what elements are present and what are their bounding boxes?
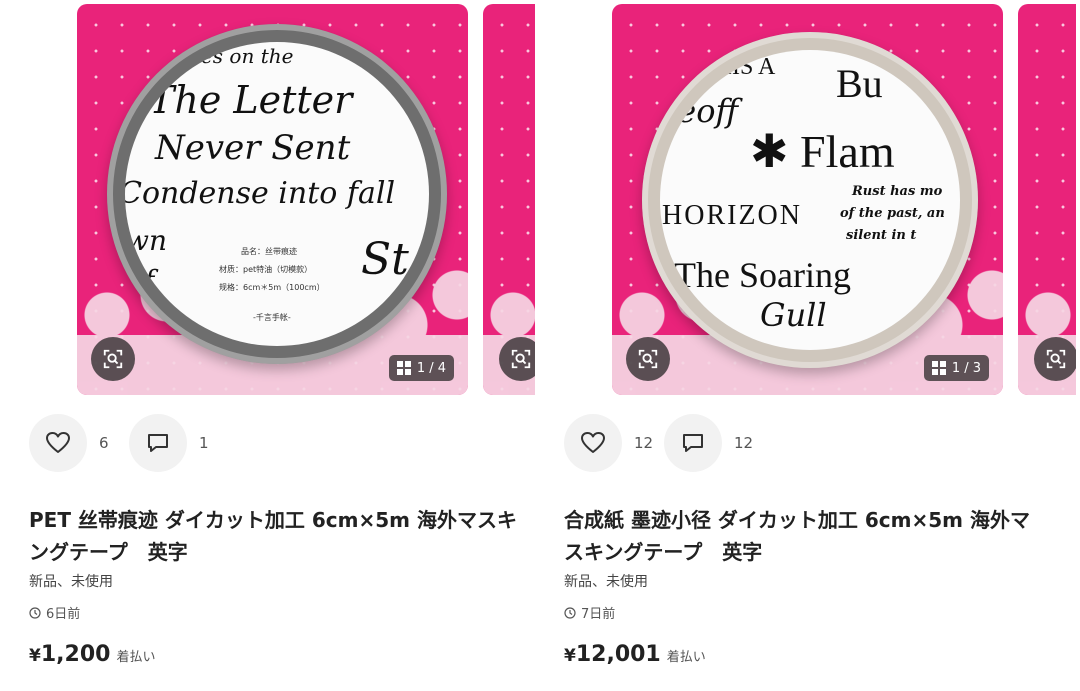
product-image-main[interactable]: THIS A Bu reoff ✱ Flam Rust has mo of th… [612, 4, 1003, 395]
tape-info: 规格：6cm＊5m（100cm） [219, 283, 325, 292]
image-carousel[interactable]: ries on the The Letter Never Sent Conden… [77, 4, 535, 395]
comment-button[interactable] [664, 414, 722, 472]
tape-brand: -千言手帐- [253, 313, 291, 322]
tape-text: The Soaring [674, 255, 851, 295]
zoom-button[interactable] [499, 337, 535, 381]
zoom-button[interactable] [91, 337, 135, 381]
image-counter[interactable]: 1 / 3 [923, 355, 989, 381]
tape-text: Bu [836, 61, 883, 106]
heart-icon [46, 432, 70, 453]
tape-text: Rust has mo [852, 184, 943, 199]
posted-time: 6日前 [29, 603, 80, 622]
tape-text: Gull [760, 296, 827, 334]
tape-text: reoff [662, 92, 739, 130]
action-row: 6 1 [29, 414, 229, 472]
grid-icon [396, 361, 411, 375]
item-condition: 新品、未使用 [29, 574, 113, 590]
currency-symbol: ¥ [564, 646, 576, 666]
grid-icon [931, 361, 946, 375]
like-button[interactable] [564, 414, 622, 472]
product-card-2[interactable]: THIS A Bu reoff ✱ Flam Rust has mo of th… [540, 0, 1080, 691]
clock-icon [564, 606, 576, 619]
tape-label: ries on the The Letter Never Sent Conden… [125, 42, 429, 346]
product-image-next[interactable] [483, 4, 535, 395]
comment-icon [148, 434, 168, 452]
price-amount: 1,200 [40, 642, 111, 667]
image-carousel[interactable]: THIS A Bu reoff ✱ Flam Rust has mo of th… [612, 4, 1076, 395]
tape-info: 材质：pet特油（切模款） [219, 265, 313, 274]
clock-icon [29, 606, 41, 619]
price: ¥ 1,200 着払い [29, 642, 155, 667]
price: ¥ 12,001 着払い [564, 642, 706, 667]
image-counter-text: 1 / 3 [951, 360, 981, 376]
comment-count: 12 [734, 434, 754, 452]
masking-tape-roll: ries on the The Letter Never Sent Conden… [107, 24, 447, 364]
tape-text: ries on the [185, 44, 294, 68]
posted-time-text: 7日前 [581, 607, 616, 622]
shipping-method: 着払い [666, 650, 706, 665]
price-amount: 12,001 [575, 642, 661, 667]
product-card-1[interactable]: ries on the The Letter Never Sent Conden… [0, 0, 540, 691]
zoom-icon [103, 349, 123, 369]
action-row: 12 12 [564, 414, 764, 472]
tape-text: St [361, 234, 409, 285]
item-condition: 新品、未使用 [564, 574, 648, 590]
comment-button[interactable] [129, 414, 187, 472]
zoom-button[interactable] [626, 337, 670, 381]
tape-text: The Letter [149, 78, 353, 122]
tape-info: 品名：丝带痕迹 [241, 247, 297, 256]
zoom-icon [511, 349, 531, 369]
image-counter[interactable]: 1 / 4 [388, 355, 454, 381]
like-count: 6 [99, 434, 109, 452]
product-image-next[interactable] [1018, 4, 1076, 395]
tape-text: THIS A [700, 54, 776, 80]
tape-label: THIS A Bu reoff ✱ Flam Rust has mo of th… [660, 50, 960, 350]
product-title[interactable]: 合成紙 墨迹小径 ダイカット加工 6cm×5m 海外マスキングテープ 英字 [564, 504, 1044, 568]
zoom-icon [1046, 349, 1066, 369]
tape-text: Condense into fall [125, 176, 396, 211]
heart-icon [581, 432, 605, 453]
tape-text: ✱ Flam [750, 126, 895, 177]
comment-icon [683, 434, 703, 452]
image-counter-text: 1 / 4 [416, 360, 446, 376]
tape-text: HORIZON [662, 200, 802, 231]
like-button[interactable] [29, 414, 87, 472]
product-title[interactable]: PET 丝帯痕迹 ダイカット加工 6cm×5m 海外マスキングテープ 英字 [29, 504, 519, 568]
currency-symbol: ¥ [29, 646, 41, 666]
tape-text: wn [125, 224, 167, 257]
posted-time-text: 6日前 [46, 607, 81, 622]
zoom-button[interactable] [1034, 337, 1076, 381]
posted-time: 7日前 [564, 603, 615, 622]
product-image-main[interactable]: ries on the The Letter Never Sent Conden… [77, 4, 468, 395]
masking-tape-roll: THIS A Bu reoff ✱ Flam Rust has mo of th… [642, 32, 978, 368]
tape-text: of the past, an [840, 206, 945, 221]
comment-count: 1 [199, 434, 209, 452]
shipping-method: 着払い [116, 650, 156, 665]
like-count: 12 [634, 434, 654, 452]
tape-text: silent in t [846, 228, 917, 243]
zoom-icon [638, 349, 658, 369]
tape-text: Never Sent [155, 128, 351, 168]
tape-text: of [127, 264, 155, 297]
